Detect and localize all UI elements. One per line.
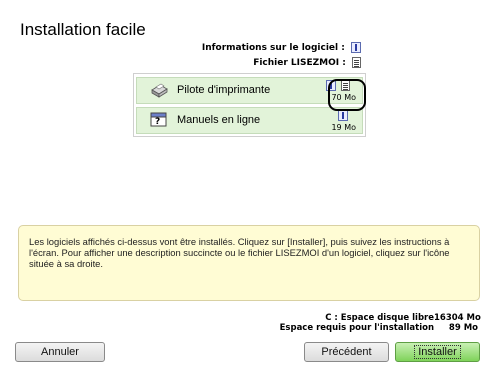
info-icon[interactable]	[338, 110, 348, 121]
free-space-value: 16304 Mo	[434, 313, 481, 323]
install-button-label: Installer	[414, 345, 461, 359]
item-size: 19 Mo	[331, 123, 356, 132]
item-size: 70 Mo	[331, 93, 356, 102]
list-item-label: Manuels en ligne	[177, 114, 261, 126]
readme-legend-label: Fichier LISEZMOI :	[253, 58, 346, 68]
cancel-button[interactable]: Annuler	[15, 342, 105, 362]
readme-doc-icon[interactable]	[341, 80, 350, 91]
readme-legend: Fichier LISEZMOI :	[253, 57, 361, 68]
list-item-online-manuals[interactable]: ? Manuels en ligne 19 Mo	[136, 107, 363, 134]
manual-book-icon: ?	[150, 112, 167, 127]
page-title: Installation facile	[20, 20, 146, 39]
software-info-legend: Informations sur le logiciel :	[202, 42, 361, 53]
info-icon[interactable]	[326, 80, 336, 91]
instructions-message: Les logiciels affichés ci-dessus vont êt…	[18, 225, 480, 301]
disk-space-info: C : Espace disque libre 16304 Mo Espace …	[279, 313, 481, 333]
readme-doc-icon	[352, 57, 361, 68]
info-icon	[351, 42, 361, 53]
software-list: Pilote d'imprimante 70 Mo ? Manuels en l…	[133, 73, 366, 137]
list-item-label: Pilote d'imprimante	[177, 84, 271, 96]
required-space-label: Espace requis pour l'installation	[279, 323, 434, 333]
required-space-value: 89 Mo	[448, 323, 478, 333]
printer-icon	[151, 83, 168, 98]
install-button[interactable]: Installer	[395, 342, 480, 362]
svg-text:?: ?	[155, 117, 160, 127]
previous-button[interactable]: Précédent	[304, 342, 389, 362]
list-item-printer-driver[interactable]: Pilote d'imprimante 70 Mo	[136, 77, 363, 104]
free-space-label: C : Espace disque libre	[325, 313, 434, 323]
software-info-legend-label: Informations sur le logiciel :	[201, 43, 345, 53]
